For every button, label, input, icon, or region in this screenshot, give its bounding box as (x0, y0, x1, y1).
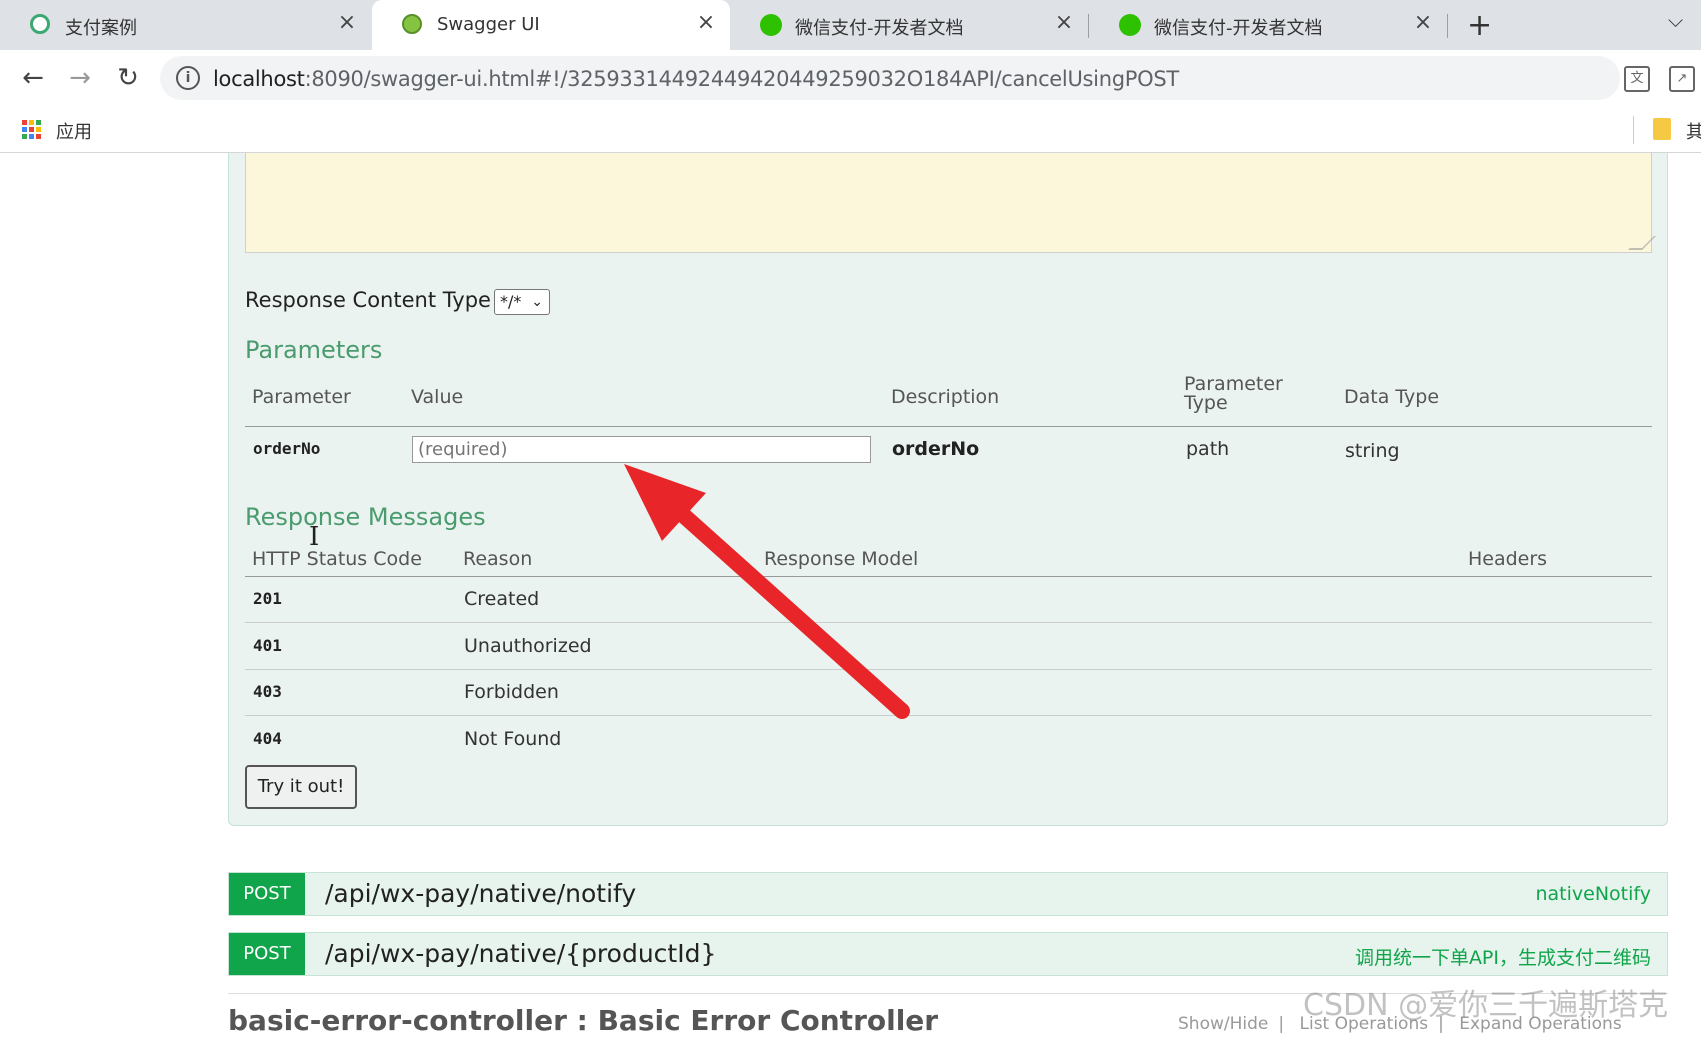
text-cursor-icon: I (309, 522, 320, 552)
watermark: CSDN @爱你三千遍斯塔克 (1303, 988, 1669, 1023)
red-arrow-icon (624, 464, 910, 719)
annotation-arrow-overlay (624, 464, 910, 719)
